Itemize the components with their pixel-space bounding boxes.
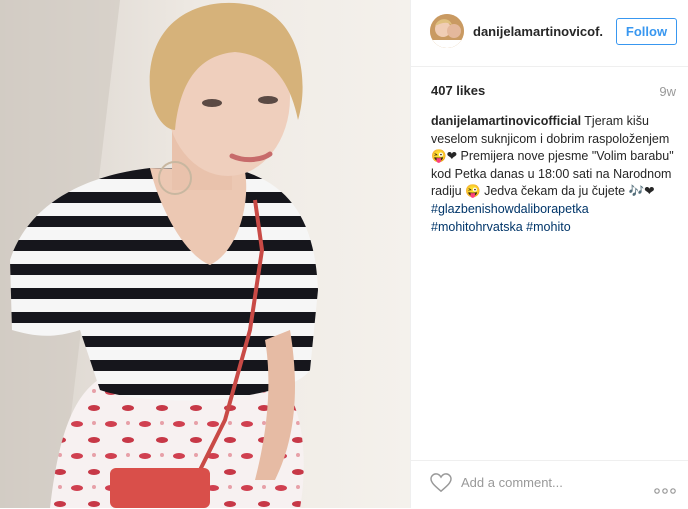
instagram-post: danijelamartinovicof... Follow 407 likes… bbox=[0, 0, 688, 508]
post-age[interactable]: 9w bbox=[659, 84, 676, 99]
avatar[interactable] bbox=[430, 14, 464, 48]
post-image bbox=[0, 0, 410, 508]
caption-username[interactable]: danijelamartinovicofficial bbox=[431, 114, 581, 128]
heart-outline-icon[interactable] bbox=[430, 473, 452, 498]
comment-input[interactable]: Add a comment... bbox=[461, 475, 563, 490]
post-photo[interactable] bbox=[0, 0, 410, 508]
username[interactable]: danijelamartinovicof... bbox=[473, 24, 603, 39]
avatar-image bbox=[430, 14, 464, 48]
likes-count[interactable]: 407 likes bbox=[431, 83, 485, 98]
hashtag-link[interactable]: #glazbenishowdaliborapetka bbox=[431, 201, 683, 219]
more-options-icon[interactable] bbox=[654, 481, 676, 499]
comment-bar: Add a comment... bbox=[411, 460, 688, 509]
follow-button[interactable]: Follow bbox=[616, 18, 677, 45]
post-header: danijelamartinovicof... Follow bbox=[411, 0, 688, 67]
hashtag-links[interactable]: #mohitohrvatska #mohito bbox=[431, 219, 683, 237]
post-sidebar: danijelamartinovicof... Follow 407 likes… bbox=[410, 0, 688, 508]
caption: danijelamartinovicofficial Tjeram kišu v… bbox=[431, 113, 683, 236]
